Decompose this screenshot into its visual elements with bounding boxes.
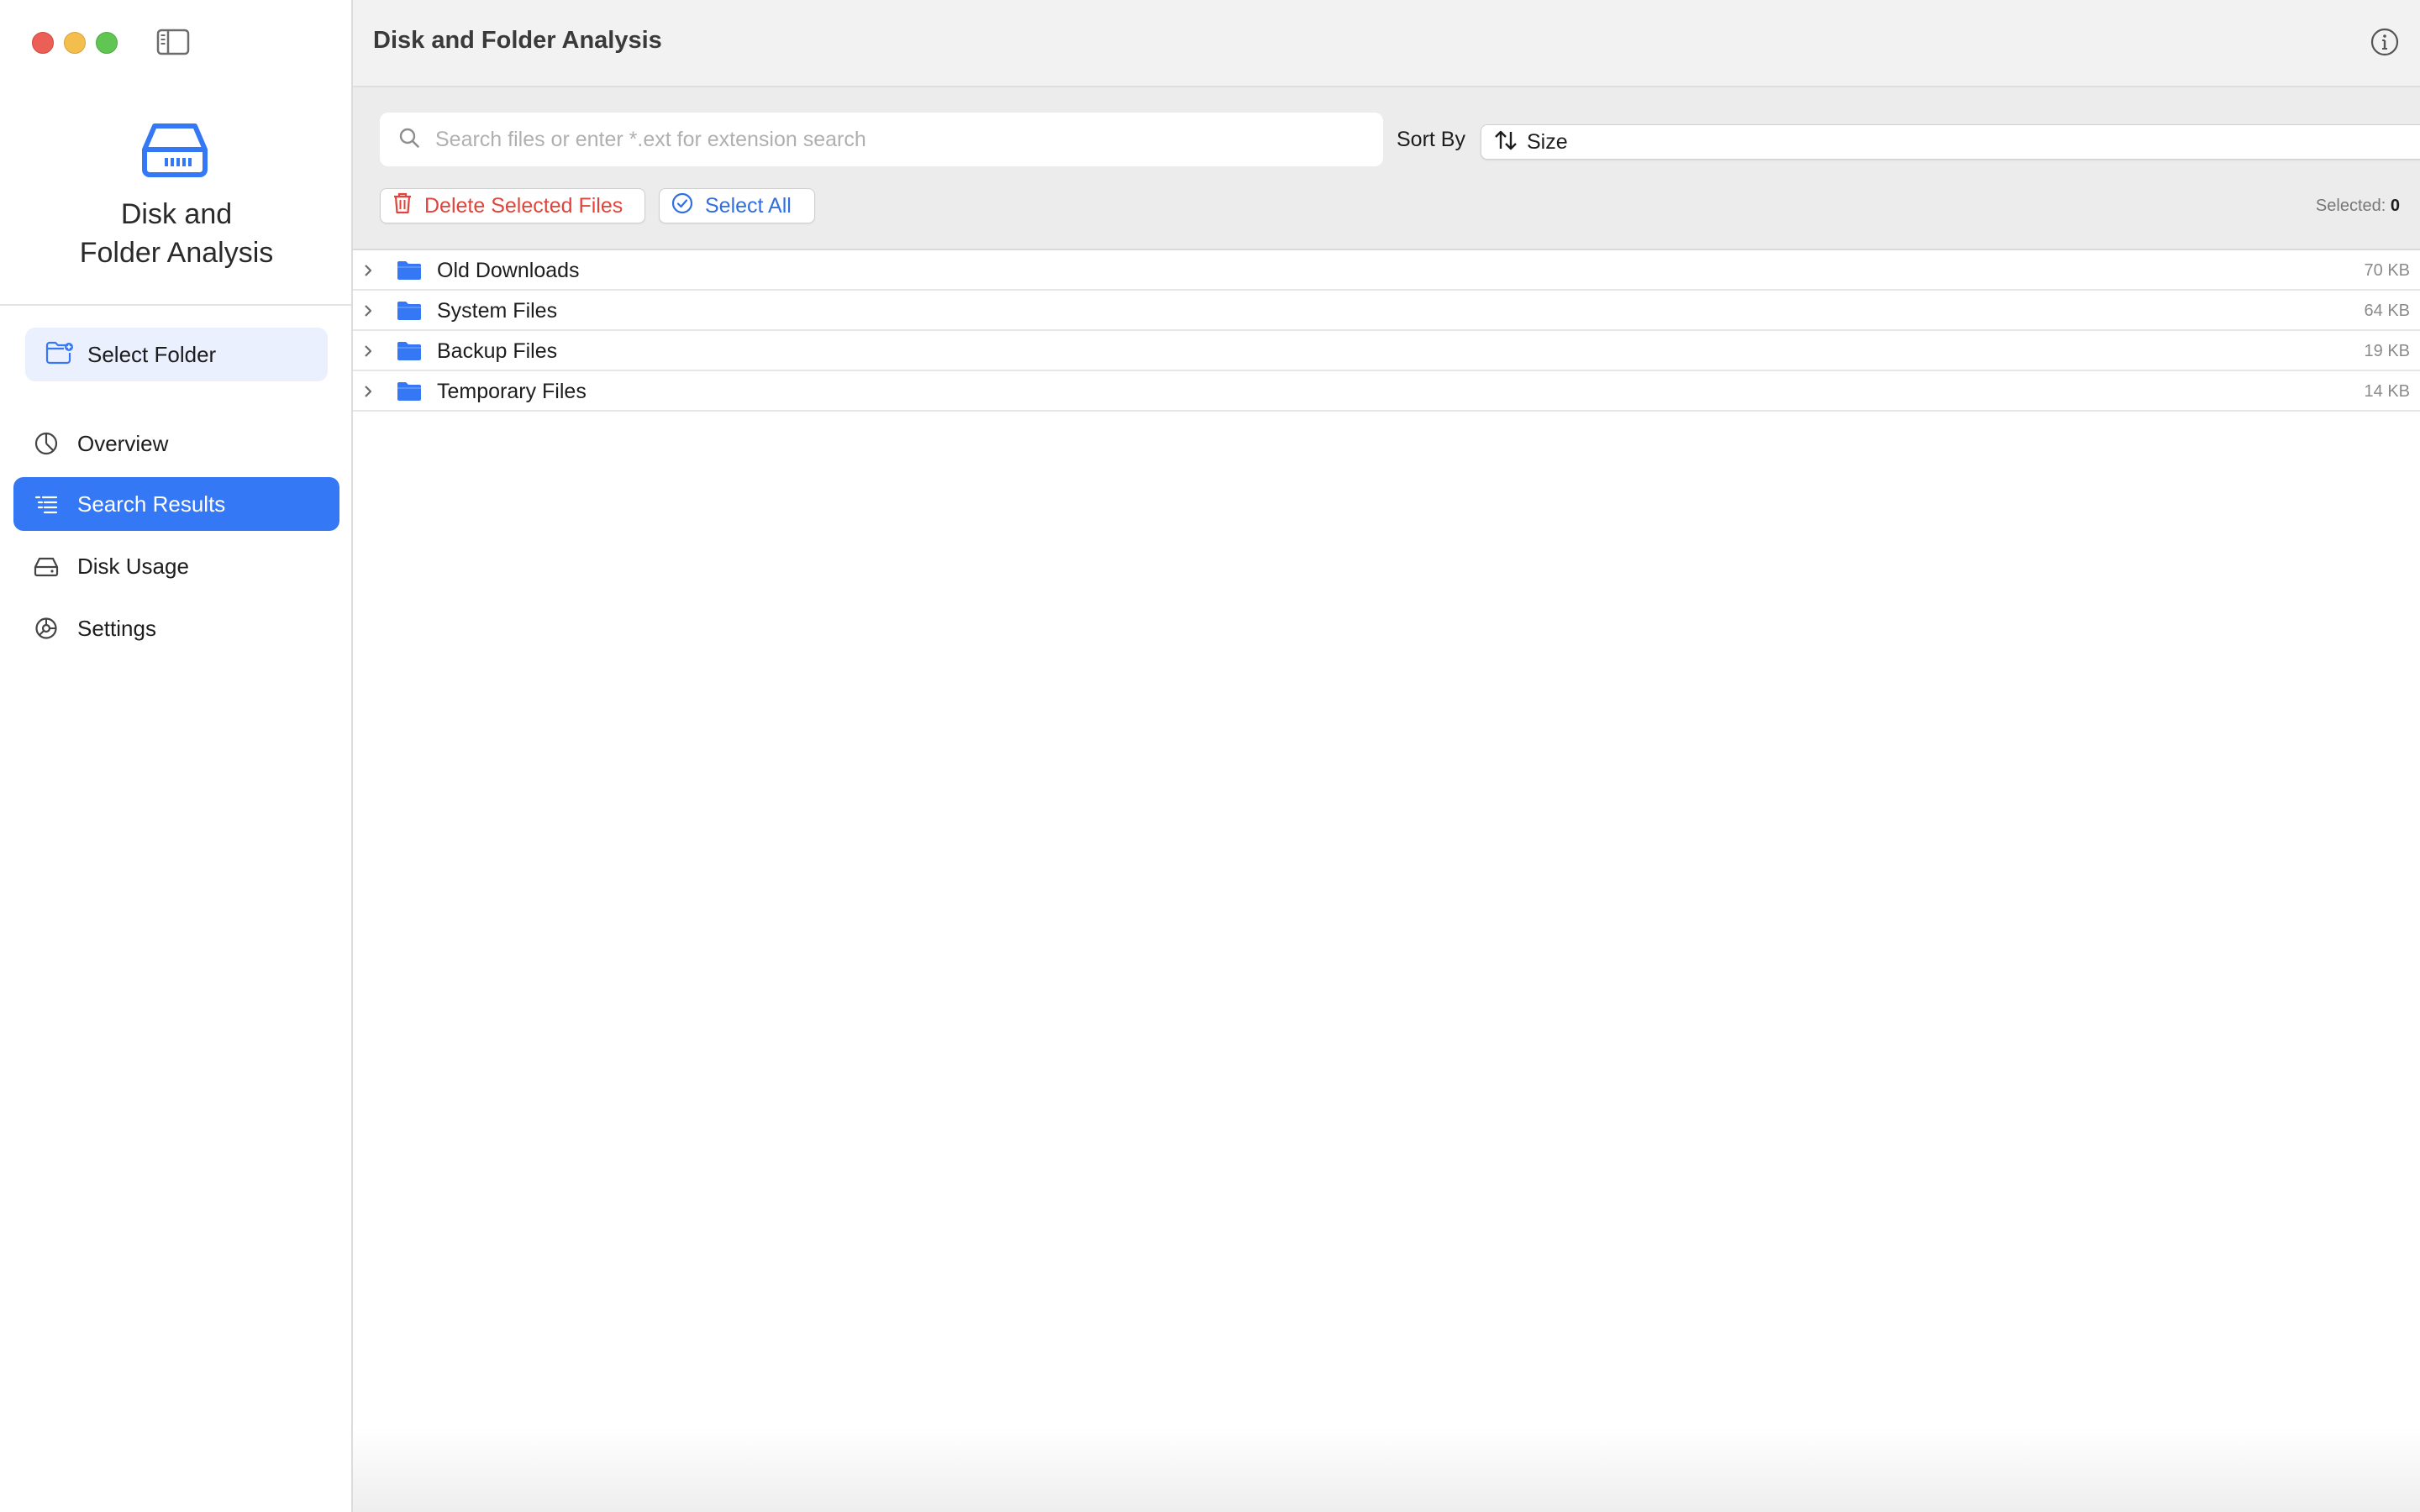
- delete-selected-files-button[interactable]: Delete Selected Files: [380, 188, 645, 223]
- select-folder-button[interactable]: Select Folder: [25, 328, 328, 381]
- sort-arrows-icon: [1493, 129, 1518, 155]
- chevron-right-icon[interactable]: [360, 262, 376, 279]
- sort-by-value: Size: [1527, 129, 1568, 154]
- chevron-right-icon[interactable]: [360, 383, 376, 400]
- folder-icon: [397, 301, 422, 321]
- minimize-window-button[interactable]: [64, 32, 86, 54]
- file-name: System Files: [437, 299, 558, 323]
- checkmark-circle-icon: [671, 192, 693, 220]
- sidebar-item-disk-usage[interactable]: Disk Usage: [13, 539, 339, 593]
- app-title-line-2: Folder Analysis: [79, 237, 274, 269]
- file-size: 70 KB: [2364, 261, 2410, 280]
- sidebar-item-label: Search Results: [77, 491, 226, 517]
- app-title-line-1: Disk and: [120, 198, 233, 230]
- folder-icon: [397, 341, 422, 361]
- file-size: 14 KB: [2364, 382, 2410, 401]
- sort-by-select[interactable]: Size: [1481, 124, 2420, 160]
- folder-icon: [397, 381, 422, 402]
- toolbar: Sort By Size: [353, 87, 2420, 250]
- bottom-edge-shade: [353, 1428, 2420, 1512]
- selected-count: Selected: 0: [2316, 197, 2400, 216]
- select-folder-label: Select Folder: [87, 341, 217, 367]
- table-row[interactable]: Old Downloads 70 KB: [353, 250, 2420, 291]
- table-row[interactable]: Temporary Files 14 KB: [353, 371, 2420, 412]
- file-name: Old Downloads: [437, 259, 580, 282]
- sidebar-item-label: Overview: [77, 430, 169, 456]
- search-field[interactable]: [380, 113, 1383, 166]
- file-name: Backup Files: [437, 339, 558, 363]
- window-title: Disk and Folder Analysis: [373, 27, 662, 54]
- drive-icon: [34, 554, 59, 579]
- chevron-right-icon[interactable]: [360, 343, 376, 360]
- select-all-button[interactable]: Select All: [659, 188, 815, 223]
- info-icon[interactable]: [2370, 27, 2400, 57]
- sidebar-item-label: Disk Usage: [77, 553, 189, 579]
- delete-selected-files-label: Delete Selected Files: [424, 193, 623, 218]
- folder-icon: [397, 260, 422, 281]
- sidebar-toggle-icon[interactable]: [156, 29, 190, 55]
- sidebar-item-search-results[interactable]: Search Results: [13, 477, 339, 531]
- selected-count-label: Selected:: [2315, 197, 2386, 215]
- gear-icon: [34, 616, 59, 641]
- file-list: Old Downloads 70 KB System Files 64 KB B…: [353, 250, 2420, 412]
- sidebar-item-overview[interactable]: Overview: [13, 417, 339, 470]
- main-content: Disk and Folder Analysis Search files or…: [353, 0, 2420, 1512]
- search-icon: [398, 127, 420, 153]
- app-title: Disk and Folder Analysis: [0, 195, 353, 272]
- file-name: Temporary Files: [437, 380, 587, 403]
- table-row[interactable]: Backup Files 19 KB: [353, 331, 2420, 371]
- sidebar: Disk and Folder Analysis Select Folder O…: [0, 0, 353, 1512]
- sidebar-divider: [0, 304, 351, 306]
- title-bar: Disk and Folder Analysis: [353, 0, 2420, 87]
- close-window-button[interactable]: [32, 32, 54, 54]
- selected-count-value: 0: [2390, 197, 2400, 215]
- file-size: 64 KB: [2364, 302, 2410, 320]
- chart-pie-icon: [34, 431, 59, 456]
- app-window: Disk and Folder Analysis Select Folder O…: [0, 0, 2420, 1512]
- file-size: 19 KB: [2364, 342, 2410, 360]
- folder-badge-icon: [45, 341, 74, 369]
- sidebar-item-label: Settings: [77, 615, 156, 641]
- search-input[interactable]: [434, 126, 1361, 153]
- list-icon: [34, 491, 59, 517]
- select-all-label: Select All: [705, 193, 792, 218]
- sort-by-label: Sort By: [1397, 128, 1465, 151]
- zoom-window-button[interactable]: [96, 32, 118, 54]
- sidebar-item-settings[interactable]: Settings: [13, 601, 339, 655]
- hard-drive-icon: [141, 121, 208, 178]
- chevron-right-icon[interactable]: [360, 302, 376, 319]
- table-row[interactable]: System Files 64 KB: [353, 291, 2420, 331]
- trash-icon: [392, 192, 413, 221]
